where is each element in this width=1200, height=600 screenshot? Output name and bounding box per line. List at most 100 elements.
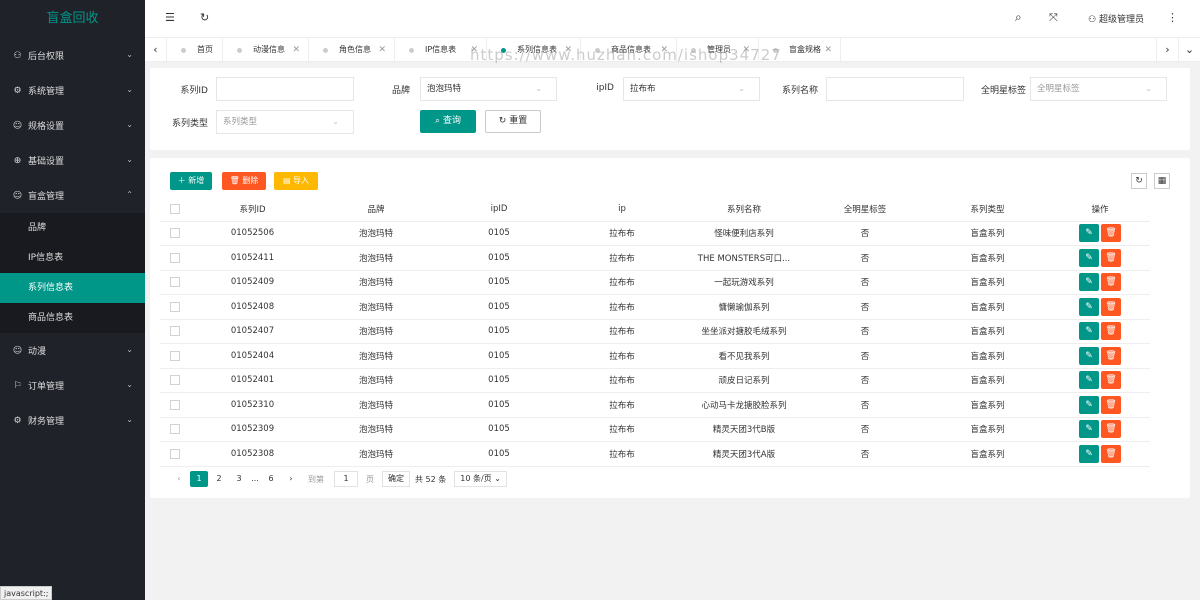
trash-icon[interactable]: 🗑 [1101,322,1121,341]
column-header[interactable]: 全明星标签 [805,198,925,222]
reset-button[interactable]: ↻ 重置 [485,110,541,133]
menu-toggle-icon[interactable]: ☰ [165,11,175,24]
brand-select[interactable]: 泡泡玛特 ⌄ [420,77,557,101]
close-icon[interactable]: ✕ [470,38,478,62]
pagination-next-button[interactable]: › [282,471,300,487]
tab-product-info[interactable]: 商品信息表 ✕ [581,38,677,62]
edit-icon[interactable]: ✎ [1079,297,1099,316]
sidebar-item-basic[interactable]: ⊕ 基础设置 ⌄ [0,143,145,178]
refresh-icon[interactable]: ↻ [200,11,209,24]
sidebar-subitem-series-info[interactable]: 系列信息表 [0,273,145,303]
sidebar-item-specs[interactable]: ☺ 规格设置 ⌄ [0,108,145,143]
trash-icon[interactable]: 🗑 [1101,224,1121,243]
row-checkbox[interactable] [170,326,180,336]
trash-icon[interactable]: 🗑 [1101,420,1121,439]
sidebar-subitem-ip-info[interactable]: IP信息表 [0,243,145,273]
series-name-input[interactable] [826,77,964,101]
column-header[interactable]: 系列名称 [683,198,805,222]
tab-admin[interactable]: 管理员 ✕ [677,38,759,62]
goto-confirm-button[interactable]: 确定 [382,471,410,487]
page-tabs-bar: ‹ 首页 动漫信息 ✕ 角色信息 ✕ IP信息表 ✕ 系列信息表 ✕ 商品信息表 ✕ 管理… [145,38,1200,62]
row-checkbox[interactable] [170,424,180,434]
tab-series-info[interactable]: 系列信息表 ✕ [487,38,581,62]
sidebar-item-orders[interactable]: ⚐ 订单管理 ⌄ [0,368,145,403]
tabs-prev-button[interactable]: ‹ [145,38,167,62]
column-header[interactable]: ipID [437,198,561,222]
edit-icon[interactable]: ✎ [1079,444,1099,463]
row-checkbox[interactable] [170,350,180,361]
row-checkbox[interactable] [170,301,180,312]
edit-icon[interactable]: ✎ [1079,420,1099,439]
sidebar-item-blindbox[interactable]: ☺ 盲盒管理 ⌃ [0,178,145,213]
search-icon[interactable]: ⌕ [1015,10,1022,25]
row-checkbox[interactable] [170,252,180,263]
trash-icon[interactable]: 🗑 [1101,444,1121,463]
sidebar-item-admin-permissions[interactable]: ⚇ 后台权限 ⌄ [0,38,145,73]
tab-role-info[interactable]: 角色信息 ✕ [309,38,395,62]
tab-ip-info[interactable]: IP信息表 ✕ [395,38,487,62]
more-icon[interactable]: ⋮ [1167,11,1178,24]
trash-icon[interactable]: 🗑 [1101,346,1121,365]
ipid-select[interactable]: 拉布布 ⌄ [623,77,760,101]
sidebar-subitem-brand[interactable]: 品牌 [0,213,145,243]
close-icon[interactable]: ✕ [564,38,572,62]
pagination-page-1[interactable]: 1 [190,471,208,487]
series-type-select[interactable]: 系列类型 ⌄ [216,110,354,134]
tabs-menu-button[interactable]: ⌄ [1178,38,1200,62]
fullscreen-icon[interactable]: ⤧ [1049,11,1058,25]
goto-page-input[interactable]: 1 [334,471,358,487]
columns-filter-icon[interactable]: ▦ [1154,173,1170,189]
import-button[interactable]: ▤ 导入 [274,172,318,190]
sidebar-subitem-product-info[interactable]: 商品信息表 [0,303,145,333]
all-star-select[interactable]: 全明星标签 ⌄ [1030,77,1167,101]
add-button[interactable]: ＋ 新增 [170,172,212,190]
page-size-select[interactable]: 10 条/页 ⌄ [454,471,507,487]
row-checkbox[interactable] [170,277,180,287]
row-checkbox[interactable] [170,375,180,385]
trash-icon[interactable]: 🗑 [1101,273,1121,292]
sidebar-item-finance[interactable]: ⚙ 财务管理 ⌄ [0,403,145,438]
tabs-next-button[interactable]: › [1156,38,1178,62]
column-header[interactable]: 品牌 [315,198,437,222]
trash-icon[interactable]: 🗑 [1101,371,1121,390]
query-button[interactable]: ⌕ 查询 [420,110,476,133]
column-header[interactable]: 系列类型 [925,198,1050,222]
edit-icon[interactable]: ✎ [1079,371,1099,390]
pagination-page-3[interactable]: 3 [230,471,248,487]
pagination-page-6[interactable]: 6 [262,471,280,487]
trash-icon[interactable]: 🗑 [1101,297,1121,316]
series-id-input[interactable] [216,77,354,101]
edit-icon[interactable]: ✎ [1079,224,1099,243]
series-name-cell: THE MONSTERS可口... [683,245,805,271]
delete-button[interactable]: 🗑 删除 [222,172,266,190]
table-refresh-icon[interactable]: ↻ [1131,173,1147,189]
column-header[interactable]: ip [561,198,683,222]
pagination-page-2[interactable]: 2 [210,471,228,487]
row-checkbox[interactable] [170,228,180,238]
close-icon[interactable]: ✕ [660,38,668,62]
row-checkbox[interactable] [170,448,180,459]
tab-blindbox-spec[interactable]: 盲盒规格 ✕ [759,38,841,62]
edit-icon[interactable]: ✎ [1079,322,1099,341]
edit-icon[interactable]: ✎ [1079,395,1099,414]
sidebar-item-system[interactable]: ⚙ 系统管理 ⌄ [0,73,145,108]
row-checkbox[interactable] [170,399,180,410]
column-header[interactable]: 系列ID [190,198,315,222]
edit-icon[interactable]: ✎ [1079,248,1099,267]
close-icon[interactable]: ✕ [378,38,386,62]
sidebar-item-anime[interactable]: ☺ 动漫 ⌄ [0,333,145,368]
tab-home[interactable]: 首页 [167,38,223,62]
ipid-label: ipID [596,83,614,93]
close-icon[interactable]: ✕ [742,38,750,62]
pagination-prev-button[interactable]: ‹ [170,471,188,487]
edit-icon[interactable]: ✎ [1079,273,1099,292]
close-icon[interactable]: ✕ [292,38,300,62]
tab-anime-info[interactable]: 动漫信息 ✕ [223,38,309,62]
trash-icon[interactable]: 🗑 [1101,248,1121,267]
select-all-checkbox[interactable] [170,204,180,214]
close-icon[interactable]: ✕ [824,38,832,62]
trash-icon[interactable]: 🗑 [1101,395,1121,414]
edit-icon[interactable]: ✎ [1079,346,1099,365]
admin-user-menu[interactable]: ⚇ 超级管理员 [1088,12,1144,25]
series-name-cell: 顽皮日记系列 [683,368,805,393]
